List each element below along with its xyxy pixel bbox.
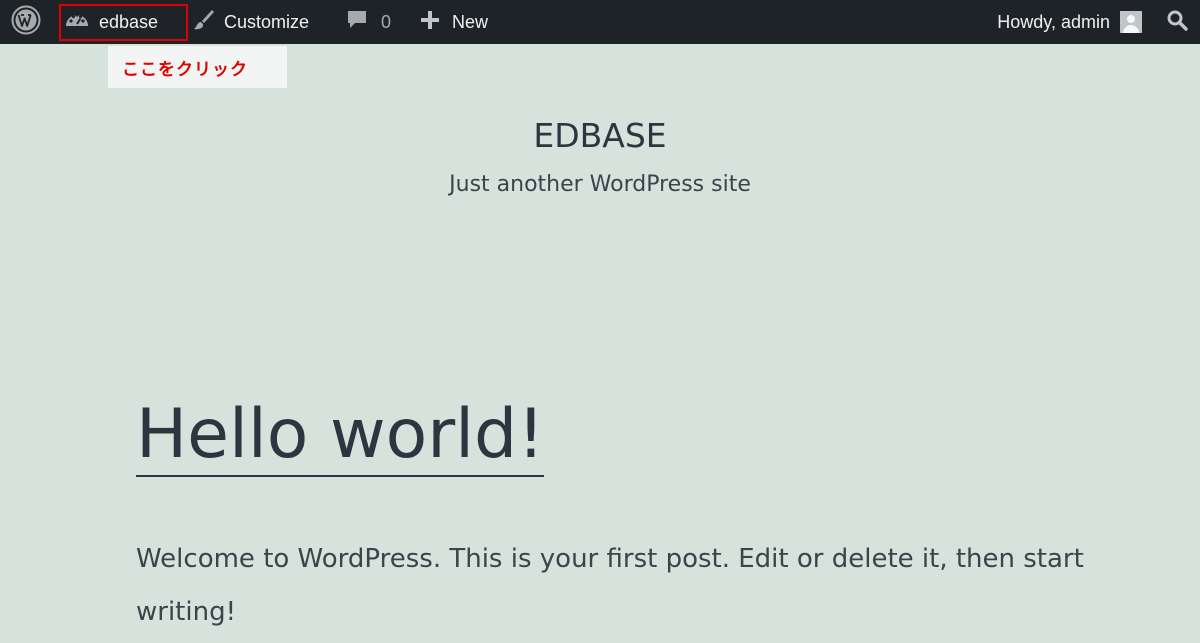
post-title-link[interactable]: Hello world! <box>136 395 545 477</box>
paintbrush-icon <box>192 8 216 37</box>
my-account-menu[interactable]: Howdy, admin <box>997 0 1142 44</box>
search-icon <box>1166 9 1188 36</box>
new-label: New <box>452 11 489 32</box>
dashboard-gauge-icon <box>64 9 90 36</box>
account-greeting: Howdy, admin <box>997 11 1110 32</box>
wp-logo-menu[interactable] <box>8 0 44 44</box>
comments-count: 0 <box>381 11 392 32</box>
site-name-menu[interactable]: edbase <box>64 0 158 44</box>
post-excerpt: Welcome to WordPress. This is your first… <box>136 544 1084 627</box>
site-tagline: Just another WordPress site <box>449 172 751 197</box>
site-title[interactable]: EDBASE <box>0 116 1200 155</box>
admin-bar: edbase Customize 0 New Howdy, admin <box>0 0 1200 44</box>
avatar <box>1120 11 1142 33</box>
search-button[interactable] <box>1164 0 1190 44</box>
customize-link[interactable]: Customize <box>192 0 309 44</box>
click-here-callout: ここをクリック <box>108 46 287 88</box>
site-name-label: edbase <box>99 11 159 32</box>
new-content-menu[interactable]: New <box>420 0 488 44</box>
wordpress-logo-icon <box>11 5 41 40</box>
comments-link[interactable]: 0 <box>345 0 391 44</box>
speech-bubble-icon <box>345 9 369 36</box>
customize-label: Customize <box>224 11 310 32</box>
plus-icon <box>420 10 440 35</box>
